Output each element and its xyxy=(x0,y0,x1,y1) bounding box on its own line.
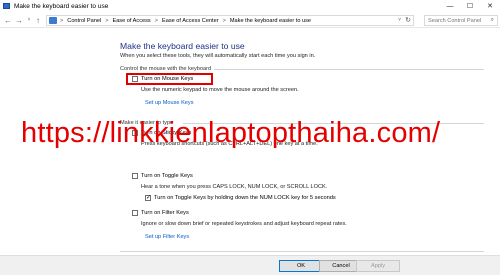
mouse-keys-checkbox[interactable] xyxy=(132,76,138,82)
close-button[interactable]: ✕ xyxy=(480,0,500,12)
filter-keys-label[interactable]: Turn on Filter Keys xyxy=(141,210,189,216)
back-arrow-icon[interactable]: ← xyxy=(3,15,13,25)
control-panel-icon xyxy=(49,17,57,24)
ok-button[interactable]: OK xyxy=(279,260,323,272)
section-divider xyxy=(120,251,484,252)
breadcrumb-control-panel[interactable]: Control Panel xyxy=(67,18,101,24)
filter-keys-description: Ignore or slow down brief or repeated ke… xyxy=(141,221,347,227)
setup-filter-keys-link[interactable]: Set up Filter Keys xyxy=(145,234,189,240)
page-description: When you select these tools, they will a… xyxy=(120,53,316,59)
toggle-keys-label[interactable]: Turn on Toggle Keys xyxy=(141,173,193,179)
window-controls: — ☐ ✕ xyxy=(440,0,500,12)
up-arrow-icon[interactable]: ↑ xyxy=(33,15,43,25)
breadcrumb-separator: > xyxy=(60,17,64,24)
dialog-button-bar: OK Cancel Apply xyxy=(0,255,500,275)
toggle-keys-hold-label[interactable]: Turn on Toggle Keys by holding down the … xyxy=(154,195,336,201)
search-box[interactable]: ⌕ xyxy=(424,15,498,26)
search-icon[interactable]: ⌕ xyxy=(491,17,494,24)
page-title: Make the keyboard easier to use xyxy=(120,41,245,51)
toggle-keys-hold-checkbox[interactable] xyxy=(145,195,151,201)
mouse-keys-description: Use the numeric keypad to move the mouse… xyxy=(141,87,299,93)
maximize-button[interactable]: ☐ xyxy=(460,0,480,12)
breadcrumb-separator: > xyxy=(222,17,226,24)
breadcrumb-ease-of-access-center[interactable]: Ease of Access Center xyxy=(162,18,219,24)
section-divider xyxy=(214,69,484,70)
window-title: Make the keyboard easier to use xyxy=(14,2,109,10)
refresh-icon[interactable]: ↻ xyxy=(405,16,411,24)
section-title-mouse: Control the mouse with the keyboard xyxy=(120,66,212,72)
breadcrumb-separator: > xyxy=(154,17,158,24)
forward-arrow-icon[interactable]: → xyxy=(14,15,24,25)
address-bar[interactable]: > Control Panel > Ease of Access > Ease … xyxy=(46,15,414,26)
control-panel-icon xyxy=(3,3,10,9)
navigation-bar: ← → ˅ ↑ > Control Panel > Ease of Access… xyxy=(0,13,500,28)
filter-keys-checkbox[interactable] xyxy=(132,210,138,216)
title-bar: Make the keyboard easier to use — ☐ ✕ xyxy=(0,0,500,12)
watermark-text: https://linkkienlaptopthaiha.com/ xyxy=(21,117,441,149)
mouse-keys-label[interactable]: Turn on Mouse Keys xyxy=(141,76,193,82)
address-dropdown-icon[interactable]: ˅ xyxy=(398,17,401,23)
toggle-keys-description: Hear a tone when you press CAPS LOCK, NU… xyxy=(141,184,328,190)
search-input[interactable] xyxy=(428,17,488,24)
toggle-keys-checkbox[interactable] xyxy=(132,173,138,179)
breadcrumb-separator: > xyxy=(105,17,109,24)
breadcrumb-ease-of-access[interactable]: Ease of Access xyxy=(112,18,150,24)
apply-button[interactable]: Apply xyxy=(356,260,400,272)
breadcrumb-current-page[interactable]: Make the keyboard easier to use xyxy=(230,18,311,24)
minimize-button[interactable]: — xyxy=(440,0,460,12)
setup-mouse-keys-link[interactable]: Set up Mouse Keys xyxy=(145,100,194,106)
